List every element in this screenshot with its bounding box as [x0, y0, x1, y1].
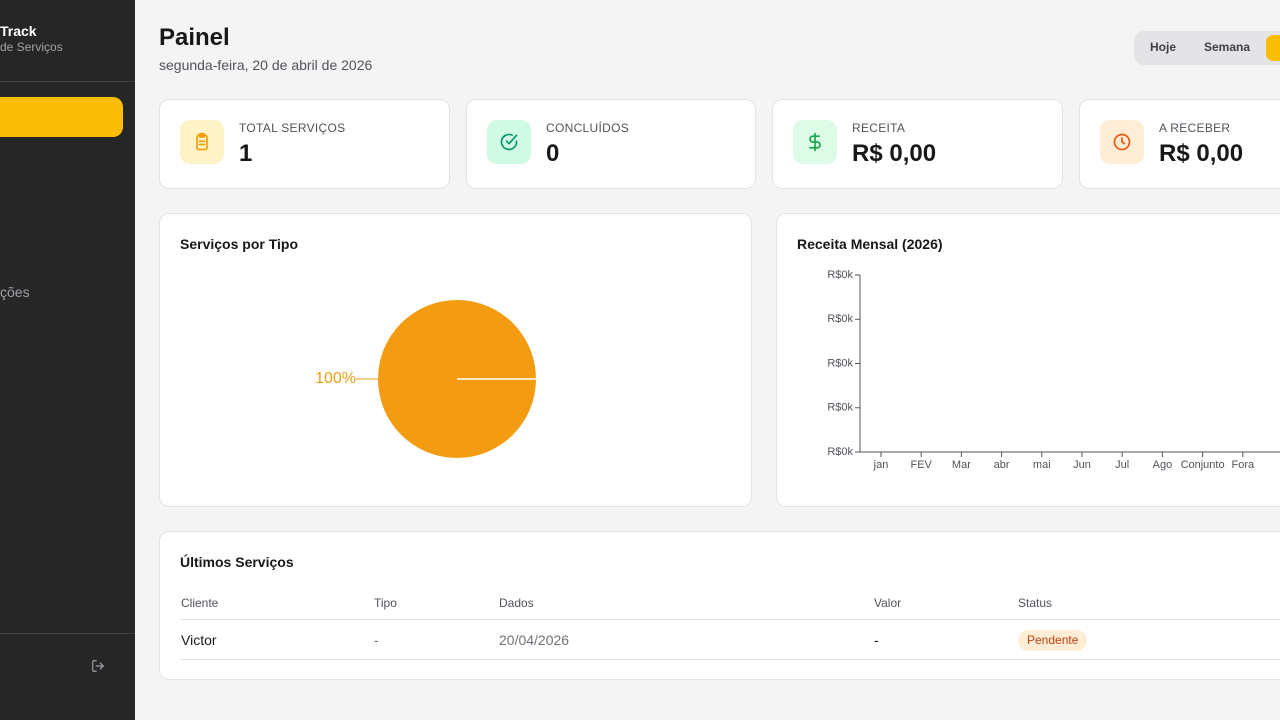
y-tick-label: R$0k — [827, 269, 853, 281]
kpi-revenue: RECEITA R$ 0,00 — [772, 99, 1063, 189]
sidebar-item-partial[interactable]: ções — [0, 284, 30, 300]
kpi-label: A RECEBER — [1159, 121, 1231, 135]
x-tick-label: Mar — [952, 459, 971, 471]
cell-client: Victor — [181, 632, 217, 648]
x-tick-label: Conjunto — [1181, 459, 1225, 471]
table-header-divider — [180, 619, 1280, 620]
page-date: segunda-feira, 20 de abril de 2026 — [159, 57, 373, 73]
logout-icon[interactable] — [91, 659, 105, 673]
y-tick-label: R$0k — [827, 357, 853, 369]
pie-chart: 100% — [315, 300, 536, 458]
clipboard-icon — [180, 120, 224, 164]
x-tick-label: Fora — [1231, 459, 1255, 471]
page-title: Painel — [159, 24, 230, 51]
range-today-button[interactable]: Hoje — [1150, 40, 1176, 54]
check-circle-icon — [487, 120, 531, 164]
column-header-date: Dados — [499, 596, 534, 610]
dollar-icon — [793, 120, 837, 164]
status-badge: Pendente — [1018, 630, 1088, 651]
kpi-value: R$ 0,00 — [1159, 140, 1244, 167]
kpi-label: CONCLUÍDOS — [546, 121, 630, 135]
column-header-type: Tipo — [374, 596, 397, 610]
x-tick-label: Jul — [1115, 459, 1129, 471]
column-header-client: Cliente — [181, 596, 219, 610]
cell-type: - — [374, 632, 379, 648]
kpi-receivable: A RECEBER R$ 0,00 — [1079, 99, 1280, 189]
pie-label: 100% — [315, 370, 356, 387]
kpi-label: RECEITA — [852, 121, 906, 135]
column-header-status: Status — [1018, 596, 1053, 610]
kpi-value: 0 — [546, 140, 560, 167]
column-header-value: Valor — [874, 596, 902, 610]
kpi-value: 1 — [239, 140, 253, 167]
services-by-type-panel: Serviços por Tipo 100% — [159, 213, 752, 507]
clock-icon — [1100, 120, 1144, 164]
sidebar-item-active[interactable] — [0, 97, 123, 137]
bar-chart: R$0k R$0k R$0k R$0k R$0k jan FEV Mar abr mai Jun Ju… — [827, 269, 1280, 471]
kpi-value: R$ 0,00 — [852, 140, 937, 167]
kpi-label: TOTAL SERVIÇOS — [239, 121, 346, 135]
cell-date: 20/04/2026 — [499, 632, 570, 648]
cell-value: - — [874, 632, 879, 648]
sidebar-divider — [0, 81, 135, 82]
y-tick-label: R$0k — [827, 446, 853, 458]
range-active-button[interactable] — [1266, 35, 1280, 61]
x-tick-label: Ago — [1153, 459, 1173, 471]
range-toggle: Hoje Semana — [1134, 31, 1280, 65]
x-tick-label: abr — [994, 459, 1010, 471]
table-title: Últimos Serviços — [180, 554, 294, 570]
table-row-divider — [180, 659, 1280, 660]
x-tick-label: FEV — [910, 459, 932, 471]
x-tick-label: Jun — [1073, 459, 1091, 471]
y-tick-label: R$0k — [827, 402, 853, 414]
monthly-revenue-panel: Receita Mensal (2026) R$0k R$0k R$0k R$0k R$… — [776, 213, 1280, 507]
x-tick-label: mai — [1033, 459, 1051, 471]
x-tick-label: jan — [873, 459, 889, 471]
recent-services-panel: Últimos Serviços Cliente Tipo Dados Valo… — [159, 531, 1280, 680]
sidebar-footer-divider — [0, 633, 135, 634]
y-tick-label: R$0k — [827, 313, 853, 325]
kpi-completed: CONCLUÍDOS 0 — [466, 99, 756, 189]
brand-subtitle: de Serviços — [0, 40, 63, 54]
brand-title: Track — [0, 23, 37, 39]
sidebar: Track de Serviços ções — [0, 0, 135, 720]
kpi-total-services: TOTAL SERVIÇOS 1 — [159, 99, 450, 189]
range-week-button[interactable]: Semana — [1204, 40, 1250, 54]
